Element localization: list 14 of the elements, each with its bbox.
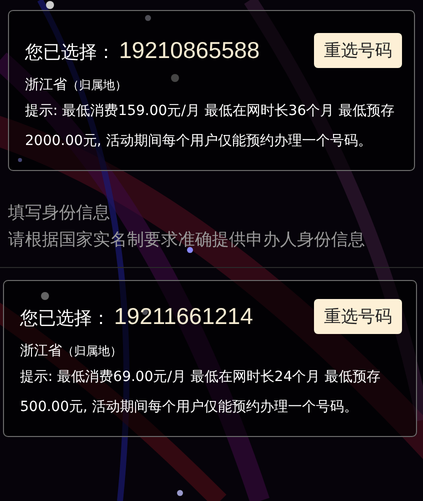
phone-number: 19210865588 bbox=[119, 37, 260, 64]
phone-number: 19211661214 bbox=[114, 303, 253, 330]
province: 浙江省 bbox=[25, 76, 67, 94]
selected-label: 您已选择： bbox=[20, 307, 110, 330]
section-title: 填写身份信息 bbox=[8, 202, 111, 224]
province: 浙江省 bbox=[20, 342, 62, 360]
reselect-button[interactable]: 重选号码 bbox=[314, 299, 402, 334]
hint-text: 提示: 最低消费69.00元/月 最低在网时长24个月 最低预存500.00元, 活动期间每个用户仅能预约办理一个号码。 bbox=[20, 368, 382, 417]
section-subtitle: 请根据国家实名制要求准确提供申办人身份信息 bbox=[8, 229, 366, 251]
province-note: （归属地） bbox=[62, 343, 122, 360]
province-note: （归属地） bbox=[67, 77, 127, 94]
hint-text: 提示: 最低消费159.00元/月 最低在网时长36个月 最低预存2000.00元, 活动期间每个用户仅能预约办理一个号码。 bbox=[25, 102, 396, 151]
reselect-button[interactable]: 重选号码 bbox=[314, 33, 402, 68]
selected-label: 您已选择： bbox=[25, 41, 115, 64]
